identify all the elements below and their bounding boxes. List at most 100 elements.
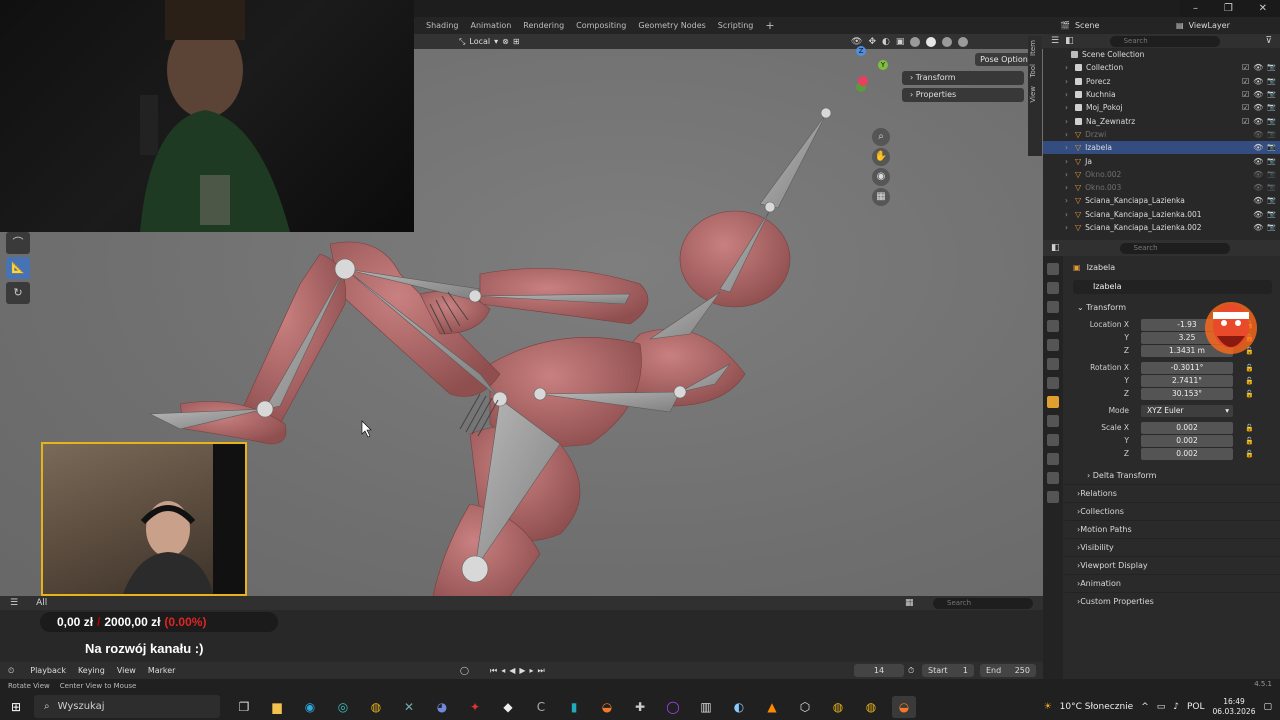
grid-view-icon[interactable]: ▦ bbox=[905, 598, 914, 608]
exclude-checkbox-icon[interactable]: ☑ bbox=[1242, 63, 1249, 72]
visibility-icon[interactable]: 👁 bbox=[851, 37, 862, 47]
chevron-right-icon[interactable]: › bbox=[1065, 130, 1075, 139]
weather-text[interactable]: 10°C Słonecznie bbox=[1060, 702, 1134, 712]
scale-z-field[interactable]: 0.002 bbox=[1141, 447, 1233, 460]
transform-orientation[interactable]: ⤡ Local ▾ ⊗ ⊞ bbox=[459, 37, 520, 47]
keying-menu[interactable]: Keying bbox=[72, 666, 111, 675]
solid-shading-icon[interactable] bbox=[926, 36, 937, 47]
footer-search-input[interactable]: Search bbox=[933, 597, 1033, 609]
jump-end-icon[interactable]: ⏭ bbox=[538, 666, 549, 675]
editor-type-icon[interactable]: ⏲ bbox=[8, 666, 14, 676]
steam-icon[interactable]: ◐ bbox=[727, 696, 751, 718]
chrome-icon-2[interactable]: ◍ bbox=[826, 696, 850, 718]
render-camera-icon[interactable]: 📷 bbox=[1267, 196, 1276, 205]
chrome-icon-3[interactable]: ◍ bbox=[859, 696, 883, 718]
render-camera-icon[interactable]: 📷 bbox=[1267, 210, 1276, 219]
app-red-icon[interactable]: ✦ bbox=[463, 696, 487, 718]
measure-tool-icon[interactable]: 📐 bbox=[6, 257, 30, 279]
perspective-grid-icon[interactable]: ▦ bbox=[872, 188, 890, 206]
physics-tab-icon[interactable] bbox=[1047, 434, 1059, 446]
rotation-y-field[interactable]: 2.7411° bbox=[1141, 374, 1233, 387]
file-explorer-icon[interactable]: ▆ bbox=[265, 696, 289, 718]
render-camera-icon[interactable]: 📷 bbox=[1267, 63, 1276, 72]
rendered-shading-icon[interactable] bbox=[958, 36, 969, 47]
app-cyan-icon[interactable]: ▮ bbox=[562, 696, 586, 718]
outliner-row[interactable]: › ▽ Sciana_Kanciapa_Lazienka.001 👁 📷 bbox=[1043, 208, 1280, 221]
chevron-right-icon[interactable]: › bbox=[1065, 143, 1075, 152]
add-workspace-button[interactable]: + bbox=[759, 17, 780, 34]
properties-search-input[interactable]: Search bbox=[1119, 242, 1230, 254]
exclude-checkbox-icon[interactable]: ☑ bbox=[1242, 117, 1249, 126]
unity-icon[interactable]: ◆ bbox=[496, 696, 520, 718]
xbox-icon[interactable]: ✕ bbox=[397, 696, 421, 718]
render-tab-icon[interactable] bbox=[1047, 282, 1059, 294]
eye-icon[interactable]: 👁 bbox=[1253, 210, 1263, 219]
outliner-row[interactable]: Scene Collection bbox=[1043, 48, 1280, 61]
notifications-icon[interactable]: ▢ bbox=[1263, 702, 1272, 712]
outliner-editor-icon[interactable]: ☰ bbox=[1051, 36, 1059, 46]
render-camera-icon[interactable]: 📷 bbox=[1267, 157, 1276, 166]
outliner-row[interactable]: › ▽ Drzwi 👁 📷 bbox=[1043, 128, 1280, 141]
navigation-gizmo[interactable]: Z Y bbox=[840, 46, 900, 106]
pan-hand-icon[interactable]: ✋ bbox=[872, 148, 890, 166]
axis-z-dot[interactable]: Z bbox=[856, 46, 866, 56]
exclude-checkbox-icon[interactable]: ☑ bbox=[1242, 77, 1249, 86]
close-icon[interactable]: ✕ bbox=[1259, 3, 1267, 14]
outliner-row[interactable]: › ▽ Sciana_Kanciapa_Lazienka.002 👁 📷 bbox=[1043, 221, 1280, 234]
workspace-tab-scripting[interactable]: Scripting bbox=[712, 17, 760, 34]
pivot-icon[interactable]: ⊗ bbox=[502, 37, 509, 46]
lock-icon[interactable]: 🔓 bbox=[1245, 390, 1254, 398]
clock[interactable]: 16:49 06.03.2026 bbox=[1213, 697, 1256, 717]
workspace-tab-compositing[interactable]: Compositing bbox=[570, 17, 632, 34]
chevron-right-icon[interactable]: › bbox=[1065, 223, 1075, 232]
tab-view[interactable]: View bbox=[1028, 82, 1038, 107]
chevron-right-icon[interactable]: › bbox=[1065, 157, 1075, 166]
play-icon[interactable]: ▶ bbox=[519, 666, 529, 675]
outliner-row[interactable]: › ▽ Sciana_Kanciapa_Lazienka 👁 📷 bbox=[1043, 194, 1280, 207]
start-frame-field[interactable]: Start 1 bbox=[922, 664, 974, 677]
outliner-row[interactable]: › Porecz ☑ 👁 📷 bbox=[1043, 75, 1280, 88]
render-camera-icon[interactable]: 📷 bbox=[1267, 143, 1276, 152]
chevron-up-icon[interactable]: ^ bbox=[1141, 702, 1149, 712]
constraint-tab-icon[interactable] bbox=[1047, 453, 1059, 465]
tab-tool[interactable]: Tool bbox=[1028, 60, 1038, 82]
viewlayer-selector[interactable]: ▤ ViewLayer bbox=[1176, 17, 1230, 34]
eye-icon[interactable]: 👁 bbox=[1253, 90, 1263, 99]
panel-viewport-display[interactable]: › Viewport Display bbox=[1065, 556, 1280, 574]
material-shading-icon[interactable] bbox=[942, 36, 953, 47]
network-icon[interactable]: ▭ bbox=[1157, 702, 1166, 712]
lock-icon[interactable]: 🔓 bbox=[1245, 377, 1254, 385]
outliner-row[interactable]: › ▽ Ja 👁 📷 bbox=[1043, 154, 1280, 167]
jump-start-icon[interactable]: ⏮ bbox=[490, 666, 501, 675]
render-camera-icon[interactable]: 📷 bbox=[1267, 117, 1276, 126]
object-tab-icon[interactable] bbox=[1047, 396, 1059, 408]
eye-icon[interactable]: 👁 bbox=[1253, 170, 1263, 179]
chevron-right-icon[interactable]: › bbox=[1065, 63, 1075, 72]
camera-icon[interactable]: ◉ bbox=[872, 168, 890, 186]
filter-icon[interactable]: ⊽ bbox=[1265, 36, 1272, 46]
app-c-icon[interactable]: C bbox=[529, 696, 553, 718]
chevron-right-icon[interactable]: › bbox=[1065, 117, 1075, 126]
filter-all-tab[interactable]: All bbox=[36, 598, 47, 608]
app-gamepad-icon[interactable]: ✚ bbox=[628, 696, 652, 718]
obs-icon[interactable]: ◯ bbox=[661, 696, 685, 718]
render-camera-icon[interactable]: 📷 bbox=[1267, 77, 1276, 86]
chevron-right-icon[interactable]: › bbox=[1065, 90, 1075, 99]
scale-y-field[interactable]: 0.002 bbox=[1141, 434, 1233, 447]
render-camera-icon[interactable]: 📷 bbox=[1267, 90, 1276, 99]
overlay-icon[interactable]: ◐ bbox=[882, 37, 890, 47]
eye-icon[interactable]: 👁 bbox=[1253, 103, 1263, 112]
outliner-row[interactable]: › Na_Zewnatrz ☑ 👁 📷 bbox=[1043, 114, 1280, 127]
windows-start-icon[interactable]: ⊞ bbox=[0, 700, 32, 714]
zoom-icon[interactable]: ⌕ bbox=[872, 128, 890, 146]
npanel-transform-header[interactable]: › Transform bbox=[902, 71, 1024, 85]
panel-motion-paths[interactable]: › Motion Paths bbox=[1065, 520, 1280, 538]
npanel-properties-header[interactable]: › Properties bbox=[902, 88, 1024, 102]
outliner-row[interactable]: › ▽ Okno.002 👁 📷 bbox=[1043, 168, 1280, 181]
discord-icon[interactable]: ◕ bbox=[430, 696, 454, 718]
chevron-right-icon[interactable]: › bbox=[1065, 183, 1075, 192]
render-camera-icon[interactable]: 📷 bbox=[1267, 130, 1276, 139]
chevron-right-icon[interactable]: › bbox=[1065, 210, 1075, 219]
outliner-search-input[interactable]: Search bbox=[1109, 35, 1220, 47]
outliner-row[interactable]: › Kuchnia ☑ 👁 📷 bbox=[1043, 88, 1280, 101]
